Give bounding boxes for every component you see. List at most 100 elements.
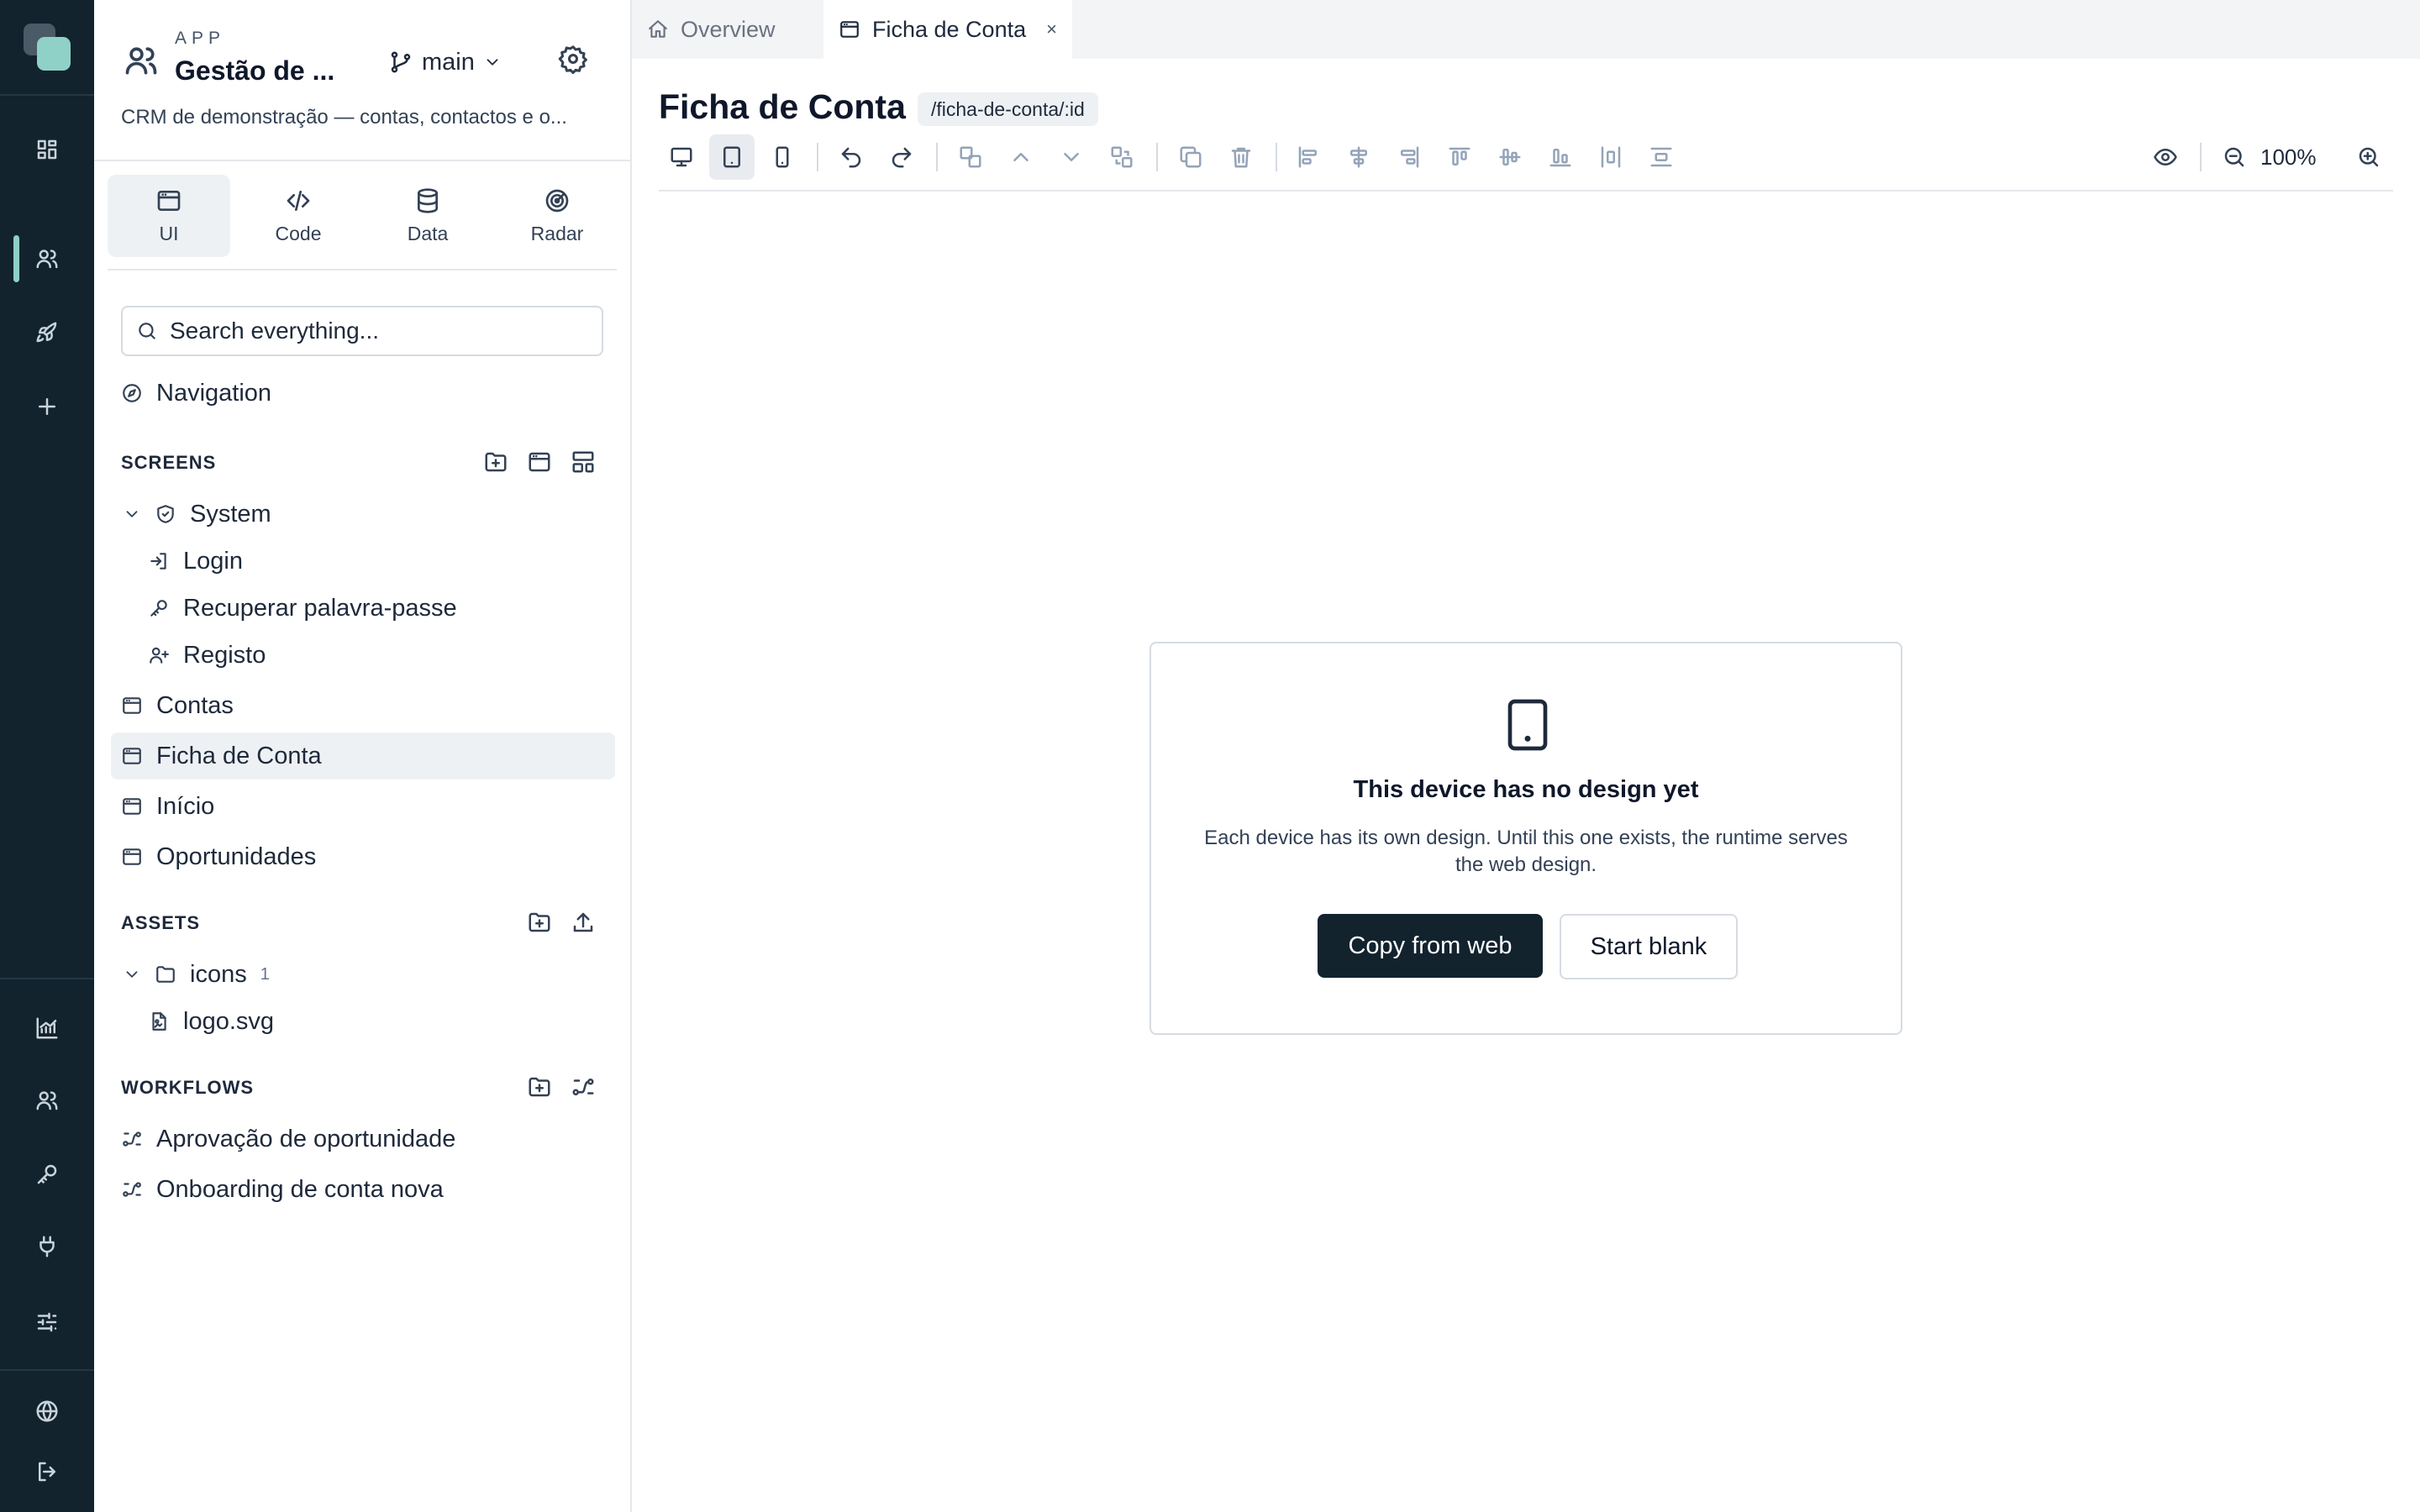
sidebar-item-label: Login xyxy=(183,547,243,575)
window-icon xyxy=(123,748,141,764)
rail-team-button[interactable] xyxy=(24,1077,71,1124)
preview-button[interactable] xyxy=(2143,134,2188,180)
monitor-icon xyxy=(671,147,692,167)
redo-icon xyxy=(892,147,912,168)
duplicate-button[interactable] xyxy=(1168,134,1213,180)
rail-active-indicator xyxy=(13,235,19,282)
sidebar-item-navigation[interactable]: Navigation xyxy=(111,370,615,417)
compass-icon xyxy=(123,384,141,402)
device-desktop-button[interactable] xyxy=(659,134,704,180)
group-button[interactable] xyxy=(948,134,993,180)
copy-from-web-button[interactable]: Copy from web xyxy=(1318,914,1543,978)
tab-ficha-de-conta[interactable]: Ficha de Conta × xyxy=(823,0,1072,59)
sidebar-item-label: Recuperar palavra-passe xyxy=(183,594,457,622)
product-logo[interactable] xyxy=(24,24,71,71)
align-right-button[interactable] xyxy=(1386,134,1432,180)
ungroup-button[interactable] xyxy=(1099,134,1144,180)
new-workflow-button[interactable] xyxy=(566,1070,600,1104)
branch-selector[interactable]: main xyxy=(388,44,502,81)
app-users-icon xyxy=(123,42,160,79)
distribute-vertical-button[interactable] xyxy=(1639,134,1684,180)
mode-tab-code[interactable]: Code xyxy=(237,175,360,257)
sidebar-item-label: Contas xyxy=(156,691,234,719)
new-screen-folder-button[interactable] xyxy=(479,445,513,479)
users-icon xyxy=(36,1091,58,1110)
undo-button[interactable] xyxy=(829,134,874,180)
sidebar-item-login[interactable]: Login xyxy=(148,538,615,585)
align-left-button[interactable] xyxy=(1286,134,1331,180)
rail-add-button[interactable] xyxy=(24,383,71,430)
toolbar-separator xyxy=(1156,143,1158,171)
start-blank-button[interactable]: Start blank xyxy=(1560,914,1738,979)
folder-plus-icon xyxy=(529,1077,550,1097)
app-settings-button[interactable] xyxy=(558,44,592,77)
upload-asset-button[interactable] xyxy=(566,906,600,939)
sidebar-item-label: Registo xyxy=(183,641,266,669)
align-top-button[interactable] xyxy=(1437,134,1482,180)
align-bottom-button[interactable] xyxy=(1538,134,1583,180)
phone-icon xyxy=(776,146,789,168)
section-title-workflows: WORKFLOWS xyxy=(121,1077,255,1098)
zoom-in-button[interactable] xyxy=(2346,134,2391,180)
rail-logout-button[interactable] xyxy=(24,1448,71,1495)
window-icon xyxy=(157,190,181,211)
sidebar-item-logo-svg[interactable]: logo.svg xyxy=(148,998,615,1045)
rail-keys-button[interactable] xyxy=(24,1151,71,1198)
rail-dashboard-button[interactable] xyxy=(24,126,71,173)
app-name[interactable]: Gestão de ... xyxy=(175,55,334,87)
sidebar-folder-icons[interactable]: icons 1 xyxy=(111,951,615,998)
sidebar-item-oportunidades[interactable]: Oportunidades xyxy=(111,833,615,880)
align-center-horizontal-icon xyxy=(1350,146,1367,168)
sidebar-item-inicio[interactable]: Início xyxy=(111,783,615,830)
rail-divider xyxy=(0,94,94,96)
git-branch-icon xyxy=(391,51,411,73)
rail-deploy-button[interactable] xyxy=(24,309,71,356)
delete-button[interactable] xyxy=(1218,134,1264,180)
tab-close-button[interactable]: × xyxy=(1046,18,1057,40)
zoom-out-button[interactable] xyxy=(2212,134,2257,180)
new-screen-button[interactable] xyxy=(523,445,556,479)
sidebar-item-label: Oportunidades xyxy=(156,843,317,870)
login-icon xyxy=(150,553,166,570)
rail-apps-button[interactable] xyxy=(24,235,71,282)
sidebar-item-recuperar[interactable]: Recuperar palavra-passe xyxy=(148,585,615,632)
rail-integrations-button[interactable] xyxy=(24,1223,71,1270)
app-kicker: APP xyxy=(175,29,226,48)
sidebar-item-workflow-onboarding[interactable]: Onboarding de conta nova xyxy=(111,1166,615,1213)
key-icon xyxy=(150,600,167,617)
align-center-v-button[interactable] xyxy=(1487,134,1533,180)
device-phone-button[interactable] xyxy=(760,134,805,180)
screen-layout-button[interactable] xyxy=(566,445,600,479)
sidebar-item-registo[interactable]: Registo xyxy=(148,632,615,679)
mode-tab-data[interactable]: Data xyxy=(366,175,489,257)
sidebar-item-label: Início xyxy=(156,792,215,820)
move-up-button[interactable] xyxy=(998,134,1044,180)
rail-settings-button[interactable] xyxy=(24,1299,71,1346)
rail-analytics-button[interactable] xyxy=(24,1005,71,1052)
tab-label: Ficha de Conta xyxy=(872,16,1027,42)
distribute-horizontal-button[interactable] xyxy=(1588,134,1634,180)
move-down-button[interactable] xyxy=(1049,134,1094,180)
new-workflow-folder-button[interactable] xyxy=(523,1070,556,1104)
sidebar-item-workflow-aprovacao[interactable]: Aprovação de oportunidade xyxy=(111,1116,615,1163)
sidebar-item-contas[interactable]: Contas xyxy=(111,682,615,729)
zoom-level: 100% xyxy=(2260,144,2317,170)
mode-tab-ui[interactable]: UI xyxy=(108,175,230,257)
rail-language-button[interactable] xyxy=(24,1388,71,1435)
toolbar-separator xyxy=(2200,143,2202,171)
new-asset-folder-button[interactable] xyxy=(523,906,556,939)
layout-icon xyxy=(572,451,594,473)
search-input[interactable] xyxy=(170,318,573,344)
sidebar-item-ficha-de-conta[interactable]: Ficha de Conta xyxy=(111,732,615,780)
key-icon xyxy=(37,1164,57,1184)
rail-divider xyxy=(0,1369,94,1371)
tab-overview[interactable]: Overview xyxy=(632,0,822,59)
mode-tab-label: Data xyxy=(407,222,449,244)
redo-button[interactable] xyxy=(879,134,924,180)
empty-state-card: This device has no design yet Each devic… xyxy=(1150,642,1902,1035)
device-tablet-button[interactable] xyxy=(709,134,755,180)
align-center-h-button[interactable] xyxy=(1336,134,1381,180)
sidebar-group-system[interactable]: System xyxy=(111,491,615,538)
empty-state-description: Each device has its own design. Until th… xyxy=(1204,827,1848,876)
mode-tab-radar[interactable]: Radar xyxy=(496,175,618,257)
